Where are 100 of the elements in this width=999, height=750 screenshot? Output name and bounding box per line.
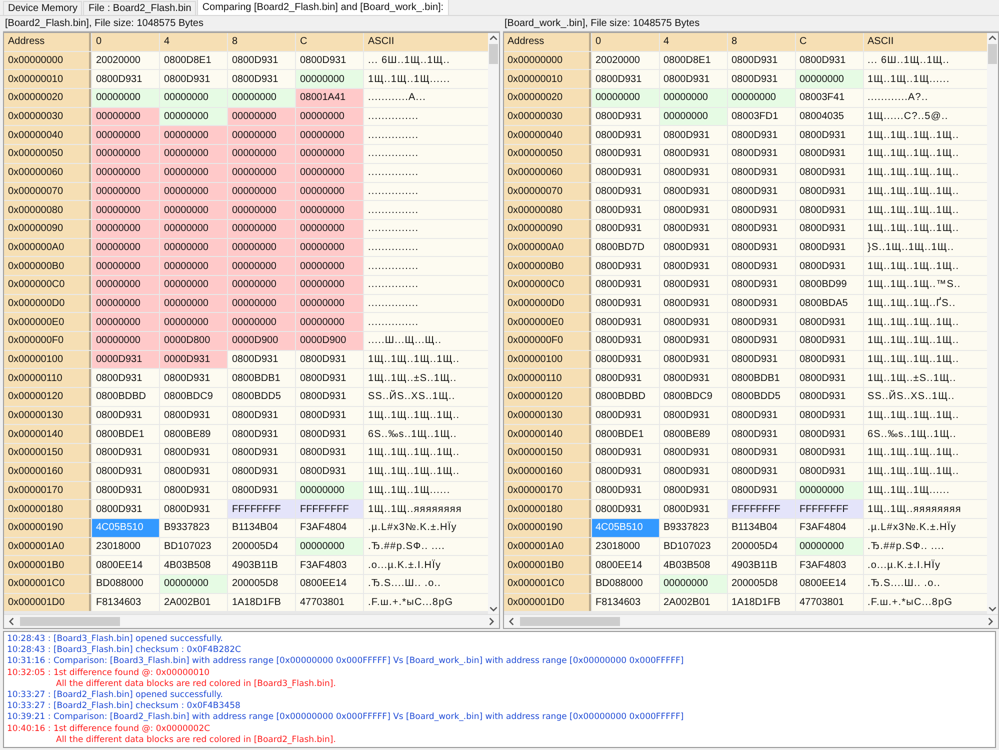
hex-cell[interactable]: 0000D931: [92, 350, 159, 368]
hex-cell[interactable]: 00000000: [660, 89, 726, 107]
hex-cell[interactable]: 00000000: [92, 164, 159, 182]
hex-cell[interactable]: 00000000: [160, 108, 227, 126]
hex-cell[interactable]: 0800EE14: [92, 556, 159, 574]
hex-cell[interactable]: 0800D931: [592, 126, 658, 144]
hex-cell[interactable]: 0800D931: [160, 500, 227, 518]
hex-cell[interactable]: 0800D931: [592, 462, 658, 480]
hex-cell[interactable]: 0800D931: [728, 313, 794, 331]
hex-cell[interactable]: 0800D931: [796, 238, 862, 256]
hex-cell[interactable]: 0800D931: [796, 406, 862, 424]
hex-cell[interactable]: 0800D8E1: [160, 52, 227, 70]
hex-cell[interactable]: 00000000: [296, 257, 363, 275]
hex-cell[interactable]: 0800D931: [728, 425, 794, 444]
hex-cell[interactable]: 00000000: [228, 220, 295, 238]
hex-cell[interactable]: B9337823: [160, 518, 227, 537]
hex-cell[interactable]: 0800D931: [796, 220, 862, 238]
hex-cell[interactable]: 0800D931: [660, 350, 726, 368]
column-header[interactable]: Address: [4, 33, 91, 51]
hex-cell[interactable]: 00000000: [296, 294, 363, 312]
hex-cell[interactable]: 0800D931: [728, 482, 794, 500]
hex-cell[interactable]: 200005D8: [728, 574, 794, 593]
hex-cell[interactable]: 0800D931: [660, 406, 726, 424]
hex-cell[interactable]: 0800D931: [660, 145, 726, 163]
hex-cell[interactable]: 0800D931: [728, 238, 794, 256]
hex-cell[interactable]: 00000000: [160, 201, 227, 219]
hex-cell[interactable]: 20020000: [592, 52, 658, 70]
hex-cell[interactable]: 0800D931: [592, 257, 658, 275]
hex-cell[interactable]: 0800D931: [796, 462, 862, 480]
hex-cell[interactable]: 0800D931: [660, 313, 726, 331]
hex-cell[interactable]: 00000000: [160, 238, 227, 256]
hex-cell[interactable]: FFFFFFFF: [296, 500, 363, 518]
hex-cell[interactable]: 0800D931: [228, 482, 295, 500]
hex-cell[interactable]: 0800D931: [728, 444, 794, 462]
hex-cell[interactable]: 0800D931: [660, 182, 726, 200]
hex-cell[interactable]: 23018000: [92, 538, 159, 556]
hex-cell[interactable]: 47703801: [296, 594, 363, 612]
hex-cell[interactable]: 00000000: [92, 145, 159, 163]
hex-cell[interactable]: 0800D931: [592, 201, 658, 219]
hex-cell[interactable]: 0800D931: [228, 425, 295, 444]
hex-cell[interactable]: 0800D931: [660, 164, 726, 182]
hex-cell[interactable]: 00000000: [296, 182, 363, 200]
hex-cell[interactable]: 0800D931: [660, 462, 726, 480]
hex-cell[interactable]: 0800D931: [592, 332, 658, 350]
column-header[interactable]: 4: [160, 33, 227, 51]
hex-cell[interactable]: 0800D931: [660, 126, 726, 144]
hex-cell[interactable]: 200005D4: [728, 538, 794, 556]
hex-cell[interactable]: 00000000: [92, 201, 159, 219]
hex-cell[interactable]: FFFFFFFF: [796, 500, 862, 518]
hex-cell[interactable]: 0800BDE1: [92, 425, 159, 444]
hex-cell[interactable]: 00000000: [228, 89, 295, 107]
hex-cell[interactable]: 0800D931: [660, 257, 726, 275]
hex-cell[interactable]: 00000000: [296, 238, 363, 256]
hex-cell[interactable]: 4B03B508: [660, 556, 726, 574]
hex-cell[interactable]: 00000000: [228, 313, 295, 331]
hex-cell[interactable]: 00000000: [228, 126, 295, 144]
hex-cell[interactable]: 20020000: [92, 52, 159, 70]
hex-cell[interactable]: 0800D931: [296, 388, 363, 406]
scroll-down-icon[interactable]: [987, 605, 998, 614]
hex-cell[interactable]: 0800D931: [660, 238, 726, 256]
hex-cell[interactable]: 00000000: [660, 574, 726, 593]
hex-cell[interactable]: 0800D931: [796, 369, 862, 388]
hex-cell[interactable]: 0800BD7D: [592, 238, 658, 256]
column-header[interactable]: C: [296, 33, 363, 51]
hex-cell[interactable]: 2A002B01: [160, 594, 227, 612]
hex-cell[interactable]: 00000000: [92, 238, 159, 256]
hex-cell[interactable]: 0800D931: [728, 182, 794, 200]
horizontal-scrollbar[interactable]: [504, 614, 998, 628]
hex-cell[interactable]: 0800D931: [796, 201, 862, 219]
hex-cell[interactable]: 0800BDD5: [228, 388, 295, 406]
column-header[interactable]: ASCII: [364, 33, 488, 51]
hex-cell[interactable]: 0000D900: [228, 332, 295, 350]
hex-cell[interactable]: 0800D931: [796, 332, 862, 350]
hex-cell[interactable]: F3AF4803: [796, 556, 862, 574]
hex-cell[interactable]: 00000000: [796, 70, 862, 88]
hex-cell[interactable]: 0800D931: [796, 313, 862, 331]
hex-cell[interactable]: 4B03B508: [160, 556, 227, 574]
hex-cell[interactable]: 0800D931: [92, 70, 159, 88]
hex-cell[interactable]: 0800D931: [728, 145, 794, 163]
hex-cell[interactable]: 00000000: [592, 89, 658, 107]
hex-cell[interactable]: B1134B04: [728, 518, 794, 537]
hex-cell[interactable]: 0000D800: [160, 332, 227, 350]
hex-cell[interactable]: 00000000: [228, 276, 295, 294]
hex-cell[interactable]: 0800D931: [92, 369, 159, 388]
hex-cell[interactable]: 0800D931: [296, 52, 363, 70]
hex-cell[interactable]: 0800D931: [160, 369, 227, 388]
hex-cell[interactable]: 1A18D1FB: [728, 594, 794, 612]
hex-cell[interactable]: 0800D931: [592, 294, 658, 312]
hex-cell[interactable]: 00000000: [228, 164, 295, 182]
hex-cell[interactable]: 0800D931: [592, 444, 658, 462]
hex-cell[interactable]: 00000000: [92, 276, 159, 294]
column-header[interactable]: ASCII: [864, 33, 987, 51]
tab[interactable]: Device Memory: [3, 1, 82, 15]
column-header[interactable]: 8: [728, 33, 794, 51]
hex-cell[interactable]: 0000D900: [296, 332, 363, 350]
hex-cell[interactable]: 00000000: [296, 201, 363, 219]
hex-cell[interactable]: 47703801: [796, 594, 862, 612]
tab[interactable]: Comparing [Board2_Flash.bin] and [Board_work_.bin]:: [197, 0, 449, 15]
hex-cell[interactable]: 0800BDC9: [160, 388, 227, 406]
hex-cell[interactable]: 0800D931: [296, 444, 363, 462]
